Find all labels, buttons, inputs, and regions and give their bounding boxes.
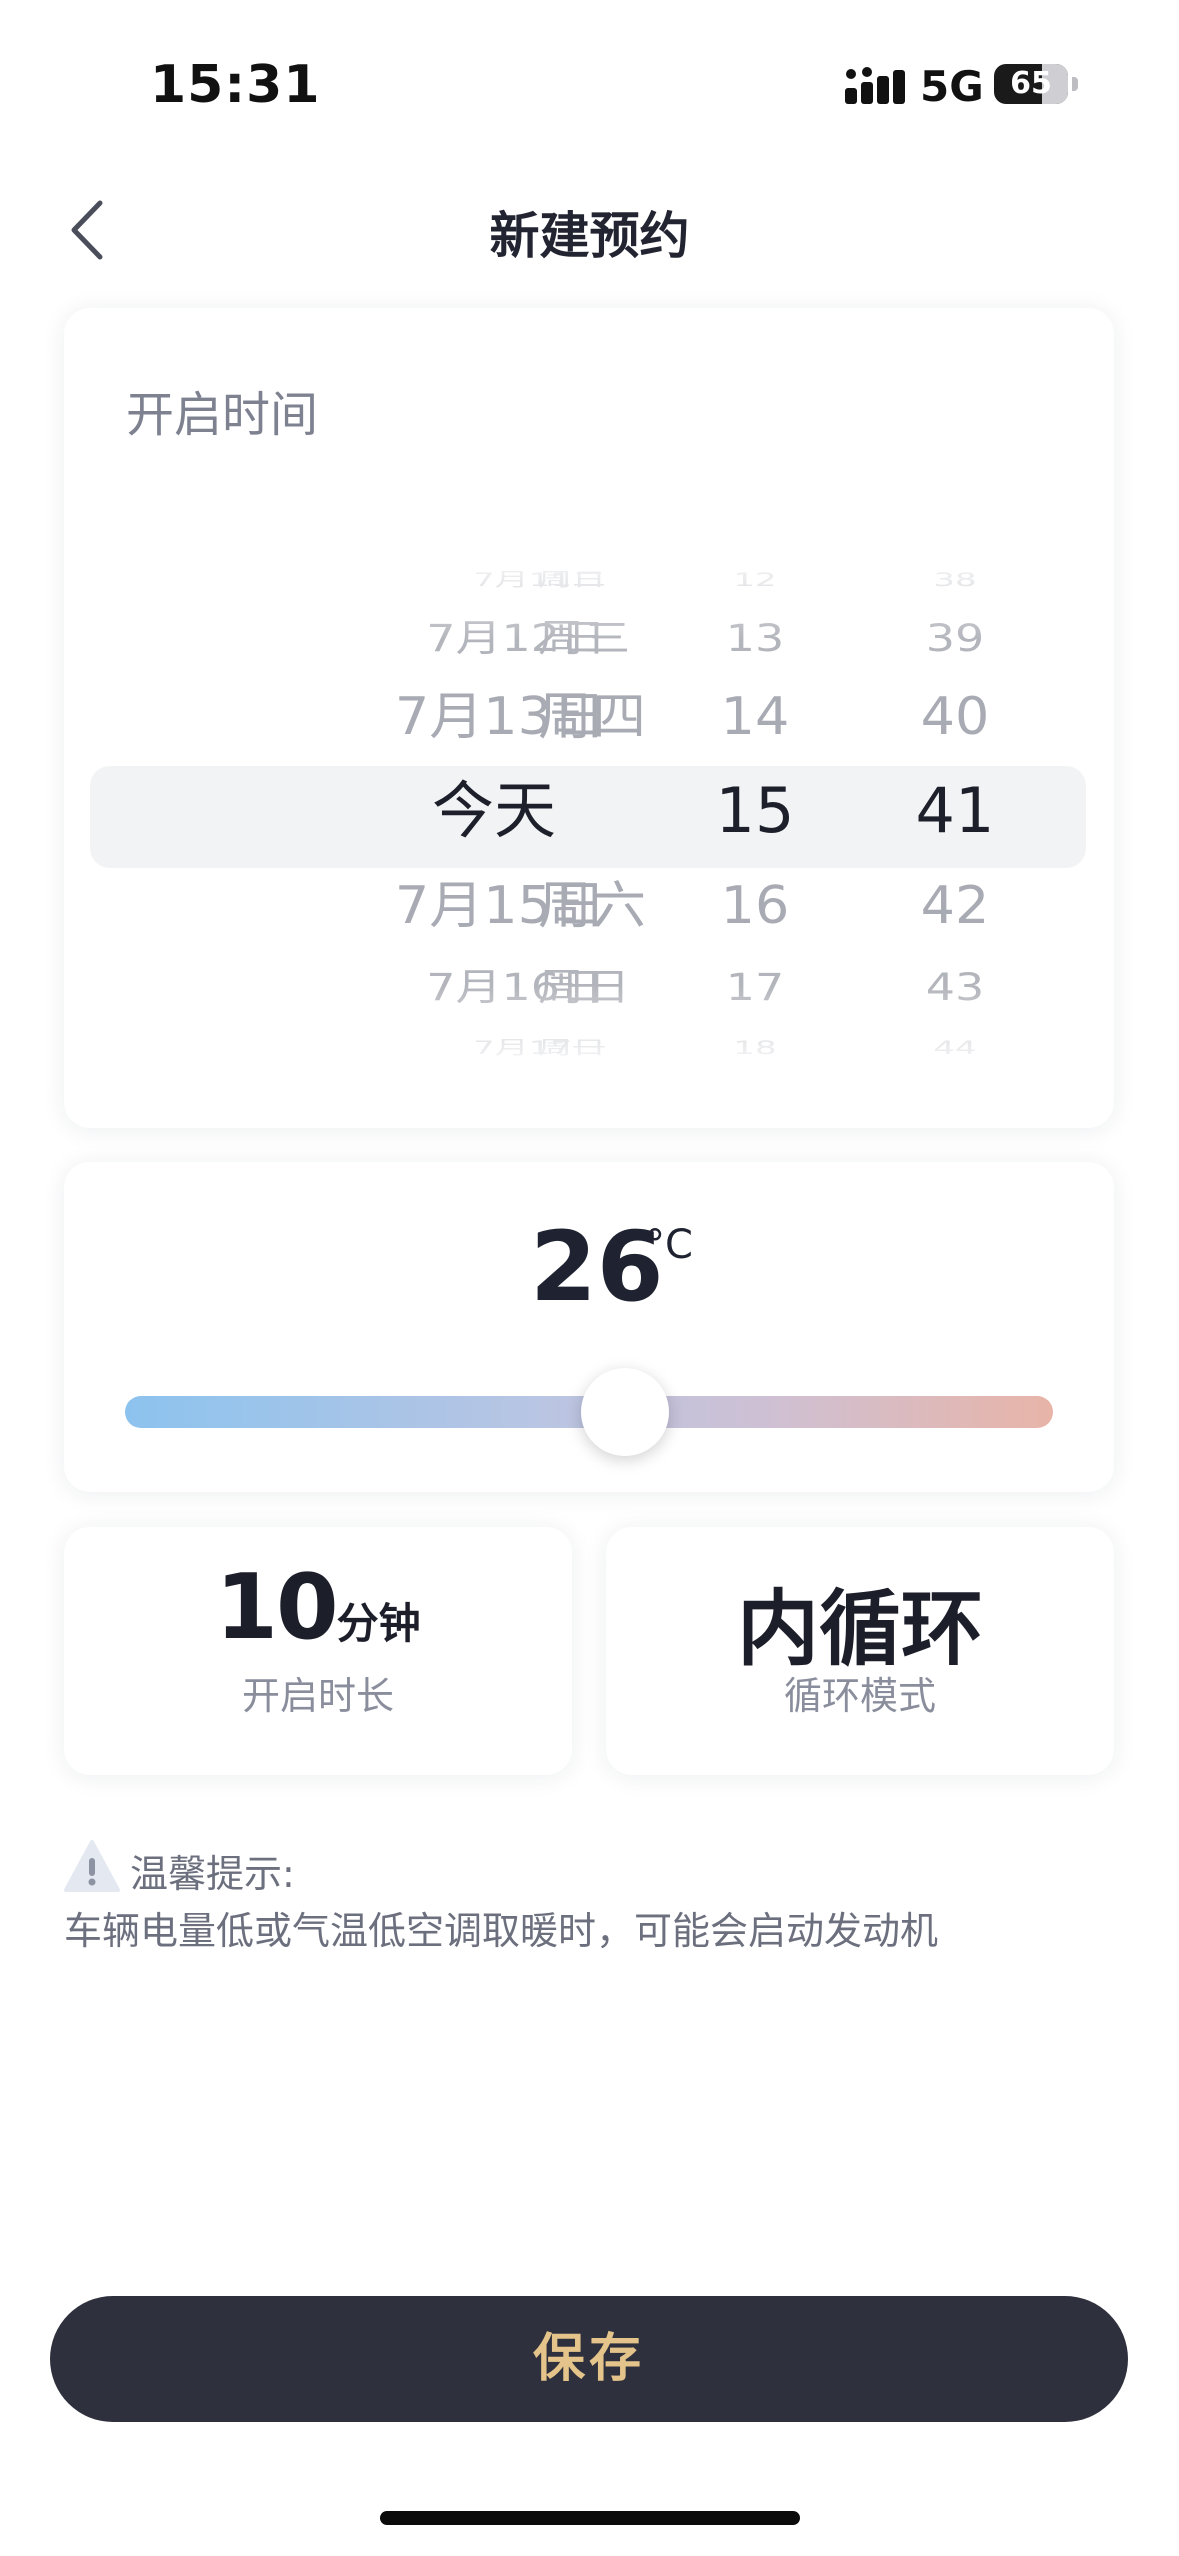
circulation-mode-value: 内循环 xyxy=(736,1582,983,1677)
network-type: 5G xyxy=(920,62,984,111)
battery-level: 65 xyxy=(1010,66,1052,101)
duration-value: 10分钟 xyxy=(64,1555,572,1660)
picker-row[interactable]: 7月15日 周六 16 42 xyxy=(90,863,1086,949)
battery-cap xyxy=(1072,77,1078,91)
temperature-slider-thumb[interactable] xyxy=(581,1368,670,1456)
picker-date: 今天 xyxy=(431,774,556,847)
picker-hour: 16 xyxy=(720,875,790,936)
picker-minute: 40 xyxy=(920,686,990,747)
tip-text: 车辆电量低或气温低空调取暖时，可能会启动发动机 xyxy=(64,1909,939,1953)
duration-unit: 分钟 xyxy=(336,1599,421,1648)
duration-label: 开启时长 xyxy=(241,1674,394,1718)
picker-row[interactable]: 7月13日 周四 14 40 xyxy=(90,674,1086,760)
picker-fade-bottom xyxy=(90,985,1086,1080)
warning-icon xyxy=(64,1840,120,1892)
save-button[interactable]: 保存 xyxy=(50,2296,1128,2422)
page-title: 新建预约 xyxy=(489,207,690,265)
start-time-label: 开启时间 xyxy=(126,387,319,443)
picker-row-selected[interactable]: 今天 15 41 xyxy=(90,766,1086,856)
status-time: 15:31 xyxy=(150,55,321,115)
circulation-mode-label: 循环模式 xyxy=(783,1674,936,1718)
picker-weekday: 周四 xyxy=(538,686,646,747)
picker-hour: 14 xyxy=(720,686,790,747)
tip-title: 温馨提示: xyxy=(130,1852,295,1896)
home-indicator xyxy=(380,2511,800,2525)
picker-hour: 15 xyxy=(715,774,795,847)
picker-minute: 42 xyxy=(920,875,990,936)
picker-fade-top xyxy=(90,545,1086,640)
battery-icon: 65 xyxy=(994,64,1068,104)
picker-minute: 41 xyxy=(915,774,995,847)
duration-number: 10 xyxy=(215,1555,338,1660)
picker-weekday: 周六 xyxy=(538,875,646,936)
temperature-unit: °C xyxy=(645,1222,693,1268)
temperature-value: 26 xyxy=(530,1211,664,1323)
